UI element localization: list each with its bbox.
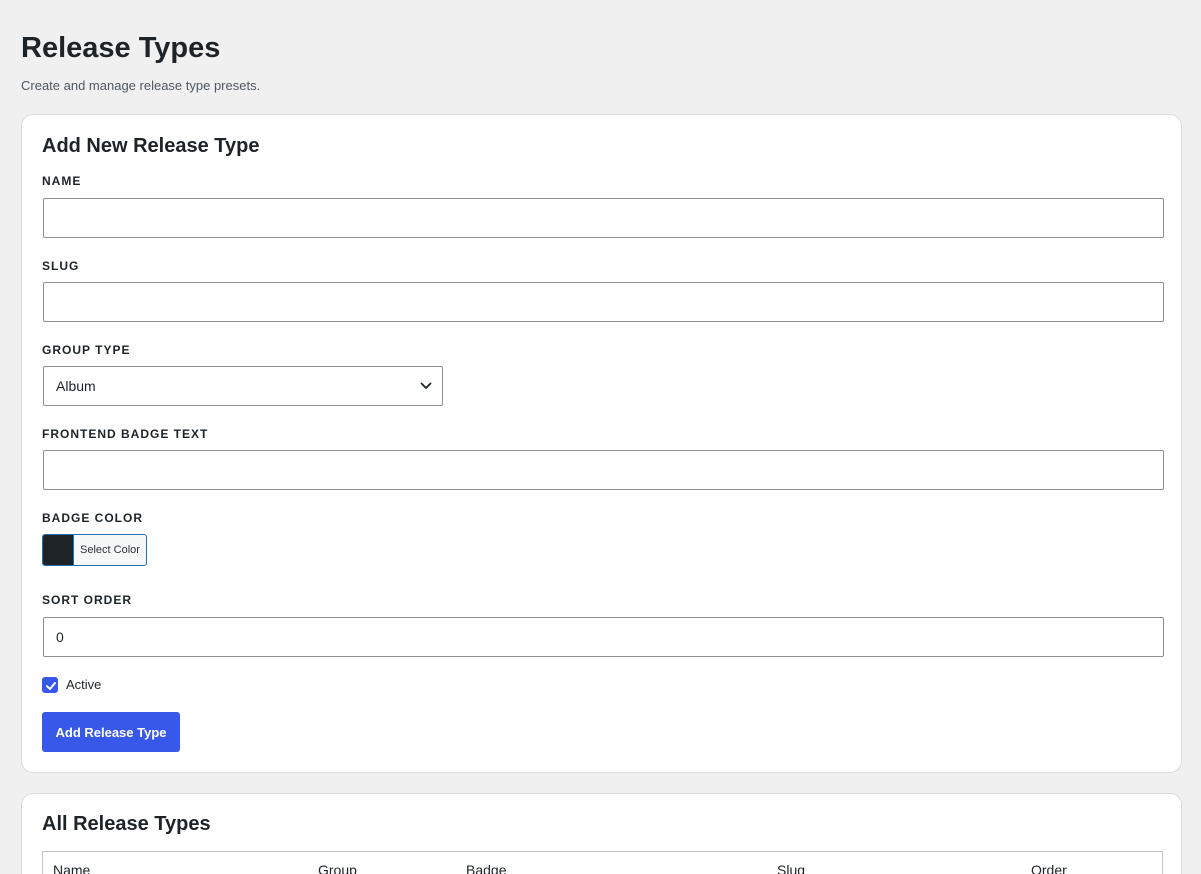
slug-input[interactable] bbox=[43, 282, 1164, 322]
badge-text-label: FRONTEND BADGE TEXT bbox=[42, 427, 209, 441]
sort-order-input[interactable] bbox=[43, 617, 1164, 657]
active-checkbox[interactable] bbox=[42, 677, 58, 693]
column-header-name[interactable]: Name bbox=[53, 862, 90, 874]
sort-order-label: SORT ORDER bbox=[42, 593, 133, 607]
add-form-title: Add New Release Type bbox=[42, 135, 260, 157]
name-input[interactable] bbox=[43, 198, 1164, 238]
checkmark-icon bbox=[46, 682, 56, 690]
add-release-type-button[interactable]: Add Release Type bbox=[42, 712, 180, 752]
add-release-type-card: Add New Release Type NAME SLUG GROUP TYP… bbox=[21, 114, 1182, 773]
badge-color-label: BADGE COLOR bbox=[42, 511, 143, 525]
active-label: Active bbox=[66, 677, 102, 692]
badge-color-picker-button[interactable]: Select Color bbox=[42, 534, 147, 566]
list-title: All Release Types bbox=[42, 813, 211, 835]
column-header-group[interactable]: Group bbox=[318, 862, 357, 874]
group-type-select[interactable]: Album bbox=[43, 366, 443, 406]
name-label: NAME bbox=[42, 174, 82, 188]
page-subtitle: Create and manage release type presets. bbox=[21, 78, 261, 93]
badge-text-input[interactable] bbox=[43, 450, 1164, 490]
release-types-table: Name Group Badge Slug Order bbox=[42, 851, 1163, 874]
all-release-types-card: All Release Types Name Group Badge Slug … bbox=[21, 793, 1182, 874]
chevron-down-icon bbox=[420, 382, 432, 389]
group-type-label: GROUP TYPE bbox=[42, 343, 131, 357]
select-color-label: Select Color bbox=[80, 544, 140, 556]
badge-color-swatch bbox=[43, 535, 74, 565]
slug-label: SLUG bbox=[42, 259, 80, 273]
column-header-slug[interactable]: Slug bbox=[777, 862, 805, 874]
column-header-order[interactable]: Order bbox=[1031, 862, 1067, 874]
group-type-selected-value: Album bbox=[56, 378, 96, 394]
column-header-badge[interactable]: Badge bbox=[466, 862, 506, 874]
page-title: Release Types bbox=[21, 32, 221, 64]
page: Release Types Create and manage release … bbox=[0, 0, 1201, 874]
